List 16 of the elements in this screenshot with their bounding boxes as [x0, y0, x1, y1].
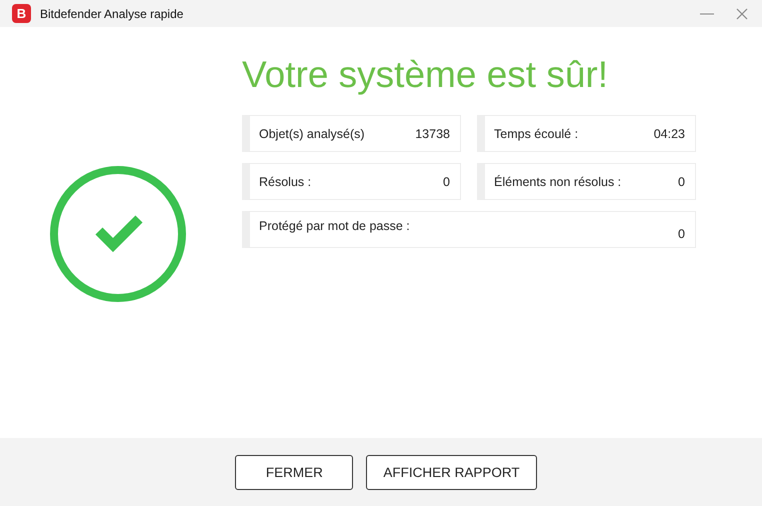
stat-value: 0	[443, 174, 450, 188]
app-logo: B	[12, 4, 31, 23]
stat-value: 13738	[415, 126, 450, 140]
stat-label: Résolus :	[259, 174, 312, 188]
stat-label: Temps écoulé :	[494, 126, 578, 140]
footer-button[interactable]: FERMER	[235, 454, 354, 490]
footer-button[interactable]: AFFICHER RAPPORT	[366, 454, 537, 490]
stat-value: 0	[678, 227, 685, 243]
stat-label: Éléments non résolus :	[494, 174, 622, 188]
window-title: Bitdefender Analyse rapide	[40, 6, 184, 20]
close-icon[interactable]	[736, 8, 748, 20]
stat-label: Objet(s) analysé(s)	[259, 126, 365, 140]
status-heading: Votre système est sûr!	[242, 53, 610, 97]
stat-value: 04:23	[654, 126, 685, 140]
stat-value: 0	[678, 174, 685, 188]
stat-label: Protégé par mot de passe :	[259, 219, 410, 233]
